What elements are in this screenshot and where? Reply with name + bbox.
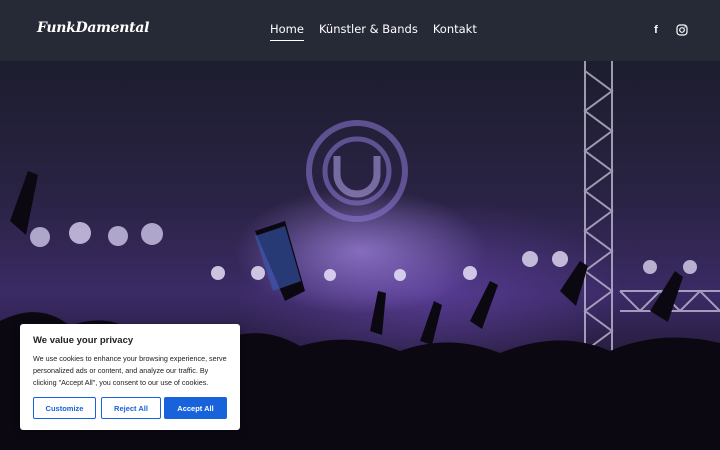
truss-tower [583,61,720,361]
cookie-title: We value your privacy [33,335,134,346]
site-logo[interactable]: FunkDamental [37,20,149,36]
cookie-consent-dialog: We value your privacy We use cookies to … [20,324,240,430]
cookie-description: We use cookies to enhance your browsing … [33,354,227,387]
customize-button[interactable]: Customize [33,397,96,419]
site-header: FunkDamental Home Künstler & Bands Konta… [0,0,720,61]
accept-all-button[interactable]: Accept All [164,397,227,419]
instagram-icon[interactable] [676,24,688,36]
reject-all-button[interactable]: Reject All [101,397,161,419]
stage-logo [306,120,408,222]
stage-lights [30,222,697,281]
phone-screen [255,226,301,291]
facebook-icon[interactable]: f [651,24,661,36]
nav-home[interactable]: Home [270,22,304,41]
nav-artists-bands[interactable]: Künstler & Bands [319,22,418,41]
nav-contact[interactable]: Kontakt [433,22,477,41]
main-nav: Home Künstler & Bands Kontakt [270,22,477,41]
